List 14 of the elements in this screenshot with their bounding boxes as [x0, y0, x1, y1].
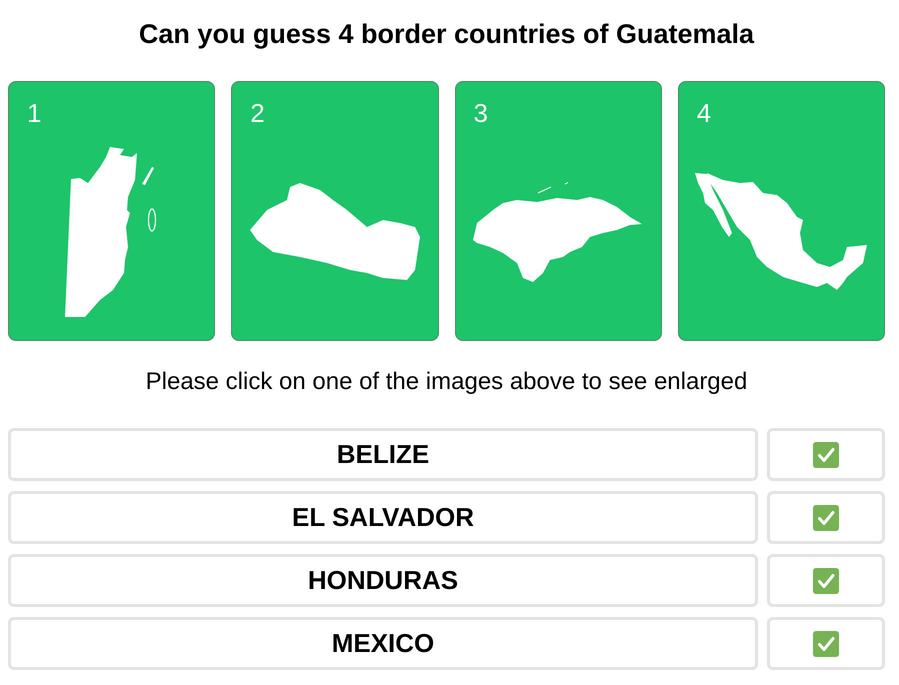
country-card[interactable]: 2	[231, 81, 438, 341]
instruction-text: Please click on one of the images above to see enlarged	[146, 367, 748, 397]
answer-field: HONDURAS	[8, 554, 758, 607]
country-card[interactable]: 3	[454, 81, 662, 341]
country-card[interactable]: 4	[678, 81, 885, 341]
answer-field: EL SALVADOR	[8, 491, 758, 544]
country-card[interactable]: 1	[8, 81, 216, 341]
answer-field: BELIZE	[8, 428, 758, 481]
card-number: 4	[696, 97, 712, 129]
quiz-title: Can you guess 4 border countries of Guatemala	[138, 18, 754, 51]
card-number: 3	[474, 97, 488, 129]
answer-field: MEXICO	[8, 617, 758, 670]
card-number: 2	[250, 97, 265, 129]
card-number: 1	[27, 97, 42, 129]
